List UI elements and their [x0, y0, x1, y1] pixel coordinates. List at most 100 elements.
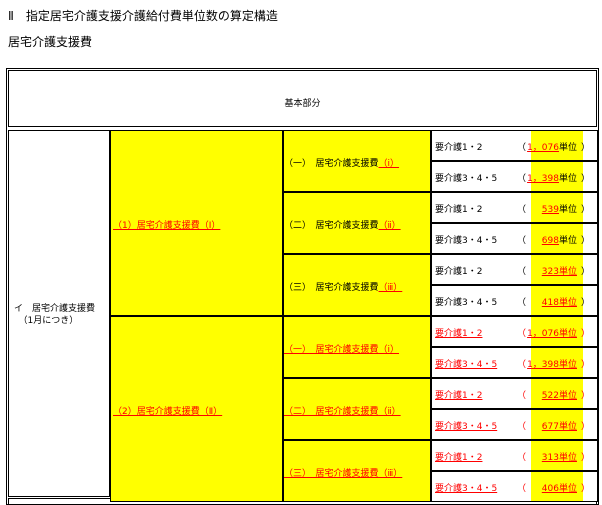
unit-value: 1，076単位	[527, 140, 577, 153]
subgroup-label-suffix: （ⅰ）	[378, 345, 400, 355]
subgroup-label-suffix: （ⅱ）	[378, 221, 401, 231]
document-title: Ⅱ 指定居宅介護支援介護給付費単位数の算定構造	[8, 9, 278, 23]
subgroup-label-suffix: （ⅲ）	[378, 283, 403, 293]
unit-label: 単位	[558, 236, 577, 246]
open-paren: （	[517, 484, 527, 494]
subgroup-label: （一） 居宅介護支援費（ⅰ）	[284, 342, 399, 355]
group-cell: （2）居宅介護支援費（Ⅱ）	[110, 316, 283, 502]
table-row: 要介護3・4・5 （ 418単位）	[431, 285, 598, 316]
base-header-cell: 基本部分	[8, 70, 597, 127]
subgroup-label: （一） 居宅介護支援費（ⅰ）	[284, 156, 399, 169]
unit-number: 323	[541, 267, 559, 277]
open-paren: （	[517, 391, 527, 401]
close-paren: ）	[580, 422, 590, 432]
subgroup-label: （二） 居宅介護支援費（ⅱ）	[284, 404, 401, 417]
subgroup-cell: （三） 居宅介護支援費（ⅲ）	[283, 440, 431, 502]
unit-label: 単位	[558, 205, 577, 215]
care-level-label: 要介護1・2	[435, 143, 483, 153]
open-paren: （	[517, 267, 527, 277]
close-paren: ）	[580, 298, 590, 308]
care-level-label: 要介護3・4・5	[435, 298, 498, 308]
unit-value: 418単位	[542, 295, 577, 308]
table-row: 要介護3・4・5 （1，398単位）	[431, 347, 598, 378]
base-header-label: 基本部分	[284, 99, 321, 109]
close-paren: ）	[580, 391, 590, 401]
unit-value: 406単位	[542, 481, 577, 494]
subgroup-label-suffix: （ⅰ）	[378, 159, 400, 169]
close-paren: ）	[580, 205, 590, 215]
table-row: 要介護3・4・5 （ 677単位）	[431, 409, 598, 440]
unit-label: 単位	[558, 143, 577, 153]
unit-value: 323単位	[542, 264, 577, 277]
table-row: 要介護1・2 （ 539単位）	[431, 192, 598, 223]
close-paren: ）	[580, 360, 590, 370]
table-row: 要介護1・2 （ 323単位）	[431, 254, 598, 285]
care-level-label: 要介護3・4・5	[435, 484, 498, 494]
table-row: 要介護3・4・5 （1，398単位）	[431, 161, 598, 192]
unit-value: 539単位	[542, 202, 577, 215]
close-paren: ）	[580, 143, 590, 153]
unit-value: 677単位	[542, 419, 577, 432]
close-paren: ）	[580, 453, 590, 463]
care-level-label: 要介護1・2	[435, 391, 483, 401]
unit-value: 1，398単位	[527, 171, 577, 184]
unit-label: 単位	[558, 422, 577, 432]
unit-value: 1，398単位	[527, 357, 577, 370]
unit-label: 単位	[558, 267, 577, 277]
subgroup-cell: （三） 居宅介護支援費（ⅲ）	[283, 254, 431, 316]
unit-number: 677	[541, 422, 559, 432]
subgroup-label: （二） 居宅介護支援費（ⅱ）	[284, 218, 401, 231]
open-paren: （	[517, 298, 527, 308]
subgroup-label-prefix: （二） 居宅介護支援費	[284, 407, 379, 417]
unit-label: 単位	[558, 453, 577, 463]
subgroup-label: （三） 居宅介護支援費（ⅲ）	[284, 280, 402, 293]
open-paren: （	[517, 453, 527, 463]
table-row: 要介護1・2 （ 522単位）	[431, 378, 598, 409]
unit-number: 313	[541, 453, 559, 463]
unit-label: 単位	[558, 298, 577, 308]
close-paren: ）	[580, 329, 590, 339]
open-paren: （	[517, 329, 527, 339]
subgroup-label-prefix: （一） 居宅介護支援費	[284, 345, 379, 355]
unit-label: 単位	[558, 484, 577, 494]
unit-number: 1，076	[527, 143, 559, 153]
table-row: 要介護1・2 （1，076単位）	[431, 316, 598, 347]
care-level-label: 要介護3・4・5	[435, 236, 498, 246]
unit-label: 単位	[558, 329, 577, 339]
close-paren: ）	[580, 174, 590, 184]
care-level-label: 要介護1・2	[435, 453, 483, 463]
open-paren: （	[517, 174, 527, 184]
unit-number: 698	[541, 236, 559, 246]
close-paren: ）	[580, 484, 590, 494]
subgroup-label-suffix: （ⅱ）	[378, 407, 401, 417]
open-paren: （	[517, 360, 527, 370]
table-row: 要介護1・2 （1，076単位）	[431, 130, 598, 161]
subgroup-cell: （一） 居宅介護支援費（ⅰ）	[283, 316, 431, 378]
unit-number: 406	[541, 484, 559, 494]
group-label: （1）居宅介護支援費（Ⅰ）	[113, 221, 221, 231]
care-level-label: 要介護1・2	[435, 329, 483, 339]
subgroup-label-prefix: （二） 居宅介護支援費	[284, 221, 379, 231]
unit-value: 522単位	[542, 388, 577, 401]
group-label: （2）居宅介護支援費（Ⅱ）	[113, 407, 223, 417]
unit-number: 539	[541, 205, 559, 215]
unit-label: 単位	[558, 174, 577, 184]
subgroup-label: （三） 居宅介護支援費（ⅲ）	[284, 466, 402, 479]
group-cell: （1）居宅介護支援費（Ⅰ）	[110, 130, 283, 316]
subgroup-cell: （一） 居宅介護支援費（ⅰ）	[283, 130, 431, 192]
close-paren: ）	[580, 236, 590, 246]
open-paren: （	[517, 143, 527, 153]
care-level-label: 要介護1・2	[435, 267, 483, 277]
unit-number: 1，076	[527, 329, 559, 339]
unit-value: 313単位	[542, 450, 577, 463]
subgroup-label-suffix: （ⅲ）	[378, 469, 403, 479]
section-subtitle: 居宅介護支援費	[8, 35, 93, 49]
subgroup-label-prefix: （一） 居宅介護支援費	[284, 159, 379, 169]
unit-number: 418	[541, 298, 559, 308]
close-paren: ）	[580, 267, 590, 277]
unit-value: 698単位	[542, 233, 577, 246]
open-paren: （	[517, 236, 527, 246]
unit-number: 1，398	[527, 360, 559, 370]
table-row: 要介護3・4・5 （ 406単位）	[431, 471, 598, 502]
care-level-label: 要介護1・2	[435, 205, 483, 215]
